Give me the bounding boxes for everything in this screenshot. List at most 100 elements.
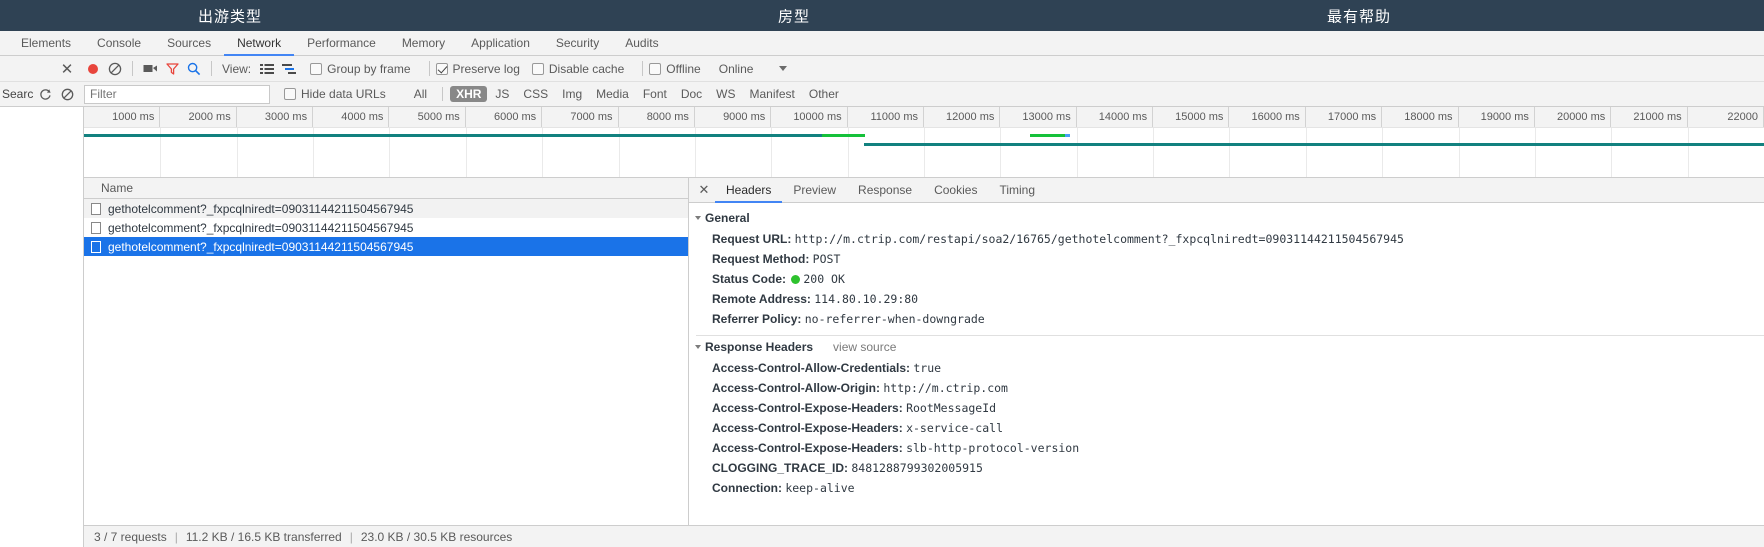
tab-network[interactable]: Network bbox=[224, 31, 295, 56]
document-icon bbox=[91, 240, 101, 253]
toolbar-divider-4 bbox=[642, 61, 644, 76]
status-resources: 23.0 KB / 30.5 KB resources bbox=[360, 529, 513, 544]
detail-tab-headers[interactable]: Headers bbox=[715, 178, 783, 203]
preserve-log-checkbox[interactable] bbox=[435, 62, 448, 75]
type-filter-css[interactable]: CSS bbox=[517, 86, 554, 102]
resource-type-filters: All XHR JS CSS Img Media Font Doc WS Man… bbox=[408, 86, 847, 102]
header-name: CLOGGING_TRACE_ID: bbox=[712, 461, 852, 475]
type-filter-doc[interactable]: Doc bbox=[675, 86, 708, 102]
network-body: 1000 ms 2000 ms 3000 ms 4000 ms 5000 ms 6000 … bbox=[0, 107, 1764, 547]
view-source-link[interactable]: view source bbox=[833, 340, 896, 354]
header-name: Access-Control-Allow-Credentials: bbox=[712, 361, 914, 375]
response-headers-section-header[interactable]: Response Headers view source bbox=[689, 336, 1764, 358]
timeline-tick: 11000 ms bbox=[848, 107, 924, 127]
timeline-tick: 15000 ms bbox=[1153, 107, 1230, 127]
request-row[interactable]: gethotelcomment?_fxpcqlniredt=0903114421… bbox=[84, 199, 688, 218]
header-name: Access-Control-Expose-Headers: bbox=[712, 441, 907, 455]
tab-elements[interactable]: Elements bbox=[8, 31, 84, 56]
detail-tab-timing[interactable]: Timing bbox=[988, 178, 1046, 203]
toolbar-divider-1 bbox=[132, 61, 133, 76]
status-ok-dot-icon bbox=[791, 275, 801, 284]
timeline-tick: 10000 ms bbox=[771, 107, 848, 127]
triangle-down-icon-2[interactable] bbox=[695, 345, 701, 349]
type-filter-ws[interactable]: WS bbox=[710, 86, 741, 102]
general-section-header[interactable]: General bbox=[689, 207, 1764, 229]
waterfall-view-icon[interactable] bbox=[278, 58, 300, 80]
type-filter-img[interactable]: Img bbox=[556, 86, 588, 102]
hide-data-urls-option[interactable]: Hide data URLs bbox=[284, 87, 386, 101]
disable-cache-option[interactable]: Disable cache bbox=[531, 62, 624, 76]
close-detail-button[interactable]: ✕ bbox=[693, 178, 715, 202]
overview-bar bbox=[863, 143, 1764, 146]
type-filter-js[interactable]: JS bbox=[489, 86, 515, 102]
headers-content: General Request URL: http://m.ctrip.com/… bbox=[689, 203, 1764, 525]
disable-cache-checkbox[interactable] bbox=[531, 62, 544, 75]
tab-security[interactable]: Security bbox=[543, 31, 612, 56]
clear-icon[interactable] bbox=[104, 58, 126, 80]
timeline-tick: 14000 ms bbox=[1077, 107, 1154, 127]
timeline-gridline bbox=[1534, 128, 1536, 177]
header-row: Access-Control-Expose-Headers: RootMessa… bbox=[689, 398, 1764, 418]
list-view-icon[interactable] bbox=[256, 58, 278, 80]
overview-graph[interactable] bbox=[84, 128, 1764, 177]
type-filter-other[interactable]: Other bbox=[803, 86, 845, 102]
header-value: RootMessageId bbox=[906, 401, 997, 415]
group-by-frame-checkbox[interactable] bbox=[310, 62, 323, 75]
header-value: no-referrer-when-downgrade bbox=[804, 312, 985, 326]
clear-search-icon[interactable] bbox=[56, 83, 78, 105]
header-value: http://m.ctrip.com bbox=[883, 381, 1008, 395]
type-filter-xhr[interactable]: XHR bbox=[450, 86, 488, 102]
tab-performance[interactable]: Performance bbox=[294, 31, 389, 56]
network-overview[interactable]: 1000 ms 2000 ms 3000 ms 4000 ms 5000 ms 6000 … bbox=[84, 107, 1764, 178]
type-filter-manifest[interactable]: Manifest bbox=[744, 86, 801, 102]
timeline-tick: 20000 ms bbox=[1535, 107, 1612, 127]
tab-sources[interactable]: Sources bbox=[154, 31, 224, 56]
type-filter-all[interactable]: All bbox=[408, 86, 433, 102]
header-row: Access-Control-Expose-Headers: slb-http-… bbox=[689, 438, 1764, 458]
tab-audits[interactable]: Audits bbox=[612, 31, 671, 56]
request-name: gethotelcomment?_fxpcqlniredt=0903114421… bbox=[108, 220, 414, 235]
type-filter-divider bbox=[442, 87, 444, 101]
refresh-icon[interactable] bbox=[34, 83, 56, 105]
detail-tab-cookies[interactable]: Cookies bbox=[923, 178, 988, 203]
timeline-tick: 1000 ms bbox=[84, 107, 161, 127]
tab-memory[interactable]: Memory bbox=[389, 31, 458, 56]
timeline-tick: 6000 ms bbox=[466, 107, 543, 127]
header-name: Status Code: bbox=[712, 272, 790, 286]
header-value: slb-http-protocol-version bbox=[906, 441, 1080, 455]
detail-tab-preview[interactable]: Preview bbox=[782, 178, 847, 203]
toolbar-divider-3 bbox=[428, 61, 430, 76]
request-row[interactable]: gethotelcomment?_fxpcqlniredt=0903114421… bbox=[84, 237, 688, 256]
filter-input[interactable] bbox=[84, 84, 270, 104]
header-value: 200 OK bbox=[803, 272, 845, 286]
filter-icon[interactable] bbox=[161, 58, 183, 80]
devtools-tabstrip: Elements Console Sources Network Perform… bbox=[0, 31, 1764, 56]
timeline-ruler: 1000 ms 2000 ms 3000 ms 4000 ms 5000 ms 6000 … bbox=[84, 107, 1764, 128]
type-filter-media[interactable]: Media bbox=[590, 86, 635, 102]
chevron-down-icon[interactable] bbox=[779, 66, 788, 71]
header-row: Referrer Policy: no-referrer-when-downgr… bbox=[689, 309, 1764, 329]
preserve-log-option[interactable]: Preserve log bbox=[435, 62, 520, 76]
request-row[interactable]: gethotelcomment?_fxpcqlniredt=0903114421… bbox=[84, 218, 688, 237]
camera-icon[interactable] bbox=[139, 58, 161, 80]
header-value: 114.80.10.29:80 bbox=[814, 292, 919, 306]
offline-checkbox[interactable] bbox=[649, 62, 662, 75]
tab-console[interactable]: Console bbox=[84, 31, 154, 56]
type-filter-font[interactable]: Font bbox=[637, 86, 673, 102]
requests-list[interactable]: gethotelcomment?_fxpcqlniredt=0903114421… bbox=[84, 199, 688, 525]
timeline-tick: 4000 ms bbox=[313, 107, 390, 127]
requests-panel: Name gethotelcomment?_fxpcqlniredt=09031… bbox=[84, 178, 689, 525]
tab-application[interactable]: Application bbox=[458, 31, 543, 56]
group-by-frame-option[interactable]: Group by frame bbox=[310, 62, 411, 76]
detail-tab-response[interactable]: Response bbox=[847, 178, 923, 203]
offline-option[interactable]: Offline bbox=[649, 62, 701, 76]
page-header-item-2: 房型 bbox=[777, 8, 811, 25]
throttling-select[interactable]: Online bbox=[719, 62, 788, 76]
close-devtools-button[interactable]: ✕ bbox=[52, 60, 82, 78]
record-icon[interactable] bbox=[82, 58, 104, 80]
requests-column-header[interactable]: Name bbox=[84, 178, 688, 199]
search-icon[interactable] bbox=[183, 58, 205, 80]
triangle-down-icon[interactable] bbox=[695, 216, 701, 220]
request-detail-panel: ✕ Headers Preview Response Cookies Timin… bbox=[689, 178, 1764, 525]
hide-data-urls-checkbox[interactable] bbox=[284, 88, 296, 100]
